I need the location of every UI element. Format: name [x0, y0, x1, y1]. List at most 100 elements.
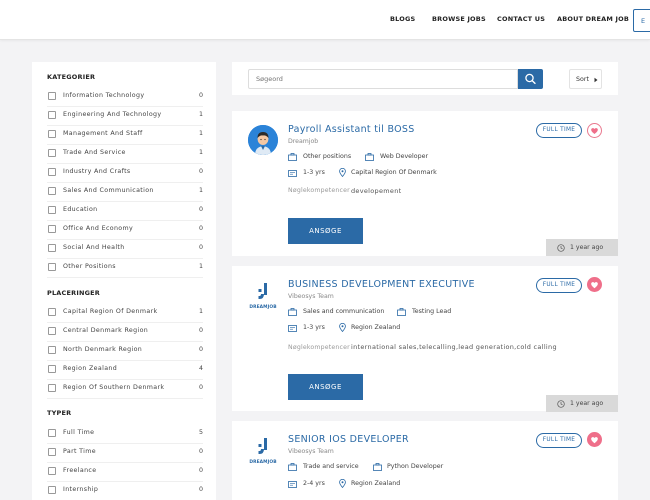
skills-value: international sales,telecalling,lead gen…	[351, 343, 557, 351]
checkbox[interactable]	[48, 130, 56, 138]
filter-item[interactable]: Information Technology 0	[47, 88, 203, 107]
favorite-button[interactable]	[587, 123, 602, 138]
nav-link-browse-jobs[interactable]: BROWSE JOBS	[432, 15, 486, 23]
search-input[interactable]	[248, 69, 518, 89]
checkbox[interactable]	[48, 111, 56, 119]
filter-label: Education	[63, 206, 98, 213]
filter-item[interactable]: Full Time 5	[47, 425, 203, 444]
job-title-link[interactable]: BUSINESS DEVELOPMENT EXECUTIVE	[288, 279, 475, 290]
checkbox[interactable]	[48, 206, 56, 214]
filter-item[interactable]: Education 0	[47, 202, 203, 221]
filter-label: Freelance	[63, 467, 97, 474]
posted-time: 1 year ago	[570, 244, 604, 251]
filter-label: Engineering And Technology	[63, 111, 162, 118]
checkbox[interactable]	[48, 486, 56, 494]
job-card: DREAMJOB BUSINESS DEVELOPMENT EXECUTIVE …	[232, 266, 618, 412]
filter-count: 1	[198, 149, 203, 156]
checkbox[interactable]	[48, 448, 56, 456]
job-type-badge[interactable]: FULL TIME	[536, 278, 582, 293]
clock-icon	[557, 399, 565, 408]
section-title-kategorier: KATEGORIER	[47, 73, 96, 81]
job-location: Region Zealand	[351, 480, 401, 487]
checkbox[interactable]	[48, 467, 56, 475]
favorite-button[interactable]	[587, 432, 602, 447]
job-role: Python Developer	[387, 463, 444, 470]
checkbox[interactable]	[48, 244, 56, 252]
filter-label: Trade And Service	[63, 149, 126, 156]
job-type-badge[interactable]: FULL TIME	[536, 433, 582, 448]
filter-item[interactable]: Other Positions 1	[47, 259, 203, 278]
checkbox[interactable]	[48, 346, 56, 354]
job-type-badge[interactable]: FULL TIME	[536, 123, 582, 138]
favorite-button[interactable]	[587, 277, 602, 292]
company-logo: DREAMJOB	[248, 437, 278, 469]
search-button[interactable]	[518, 69, 543, 89]
checkbox[interactable]	[48, 429, 56, 437]
logo-text: DREAMJOB	[249, 460, 277, 465]
checkbox[interactable]	[48, 308, 56, 316]
filter-item[interactable]: Central Denmark Region 0	[47, 323, 203, 342]
checkbox[interactable]	[48, 168, 56, 176]
checkbox[interactable]	[48, 225, 56, 233]
filter-label: Sales And Communication	[63, 187, 154, 194]
filter-item[interactable]: Region Of Southern Denmark 0	[47, 380, 203, 399]
filter-item[interactable]: North Denmark Region 0	[47, 342, 203, 361]
checkbox[interactable]	[48, 149, 56, 157]
filter-item[interactable]: Industry And Crafts 0	[47, 164, 203, 183]
filter-label: Part Time	[63, 448, 96, 455]
company-avatar	[248, 125, 278, 155]
checkbox[interactable]	[48, 263, 56, 271]
nav-link-contact-us[interactable]: CONTACT US	[497, 15, 545, 23]
skills-label: Nøglekompetencer	[288, 187, 350, 194]
filter-item[interactable]: Sales And Communication 1	[47, 183, 203, 202]
job-card: DREAMJOB SENIOR IOS DEVELOPER Vibeosys T…	[232, 421, 618, 500]
briefcase-icon	[288, 153, 297, 161]
job-experience: 1-3 yrs	[303, 169, 325, 176]
job-title-link[interactable]: SENIOR IOS DEVELOPER	[288, 434, 409, 445]
briefcase-icon	[365, 153, 374, 161]
experience-icon	[288, 481, 297, 488]
map-pin-icon	[339, 168, 346, 177]
section-title-typer: TYPER	[47, 409, 72, 417]
filter-item[interactable]: Trade And Service 1	[47, 145, 203, 164]
job-role: Web Developer	[380, 153, 429, 160]
filter-label: Information Technology	[63, 92, 145, 99]
filter-item[interactable]: Capital Region Of Denmark 1	[47, 304, 203, 323]
checkbox[interactable]	[48, 327, 56, 335]
company-name: Vibeosys Team	[288, 448, 334, 455]
filter-item[interactable]: Region Zealand 4	[47, 361, 203, 380]
search-bar: Sort	[232, 62, 618, 95]
filter-item[interactable]: Engineering And Technology 1	[47, 107, 203, 126]
nav-link-blogs[interactable]: BLOGS	[390, 15, 415, 23]
apply-button[interactable]: ANSØGE	[288, 218, 363, 244]
language-button[interactable]: E	[633, 9, 650, 32]
search-icon	[525, 73, 536, 85]
job-location: Capital Region Of Denmark	[351, 169, 437, 176]
job-title-link[interactable]: Payroll Assistant til BOSS	[288, 124, 415, 135]
filter-label: Industry And Crafts	[63, 168, 131, 175]
briefcase-icon	[397, 308, 406, 316]
apply-button[interactable]: ANSØGE	[288, 374, 363, 400]
filter-count: 0	[198, 448, 203, 455]
filter-count: 0	[198, 244, 203, 251]
filter-item[interactable]: Part Time 0	[47, 444, 203, 463]
company-logo: DREAMJOB	[248, 282, 278, 314]
checkbox[interactable]	[48, 187, 56, 195]
filter-item[interactable]: Office And Economy 0	[47, 221, 203, 240]
filter-item[interactable]: Freelance 0	[47, 463, 203, 482]
posted-time: 1 year ago	[570, 400, 604, 407]
sort-button[interactable]: Sort	[569, 69, 602, 89]
checkbox[interactable]	[48, 365, 56, 373]
heart-icon	[591, 128, 598, 134]
briefcase-icon	[288, 463, 297, 471]
filter-item[interactable]: Social And Health 0	[47, 240, 203, 259]
posted-time-tag: 1 year ago	[546, 239, 618, 256]
checkbox[interactable]	[48, 92, 56, 100]
experience-icon	[288, 170, 297, 177]
filter-item[interactable]: Internship 0	[47, 482, 203, 500]
checkbox[interactable]	[48, 384, 56, 392]
filter-count: 0	[198, 225, 203, 232]
nav-link-about-dream-job[interactable]: ABOUT DREAM JOB	[557, 15, 629, 23]
job-category: Trade and service	[303, 463, 359, 470]
filter-item[interactable]: Management And Staff 1	[47, 126, 203, 145]
